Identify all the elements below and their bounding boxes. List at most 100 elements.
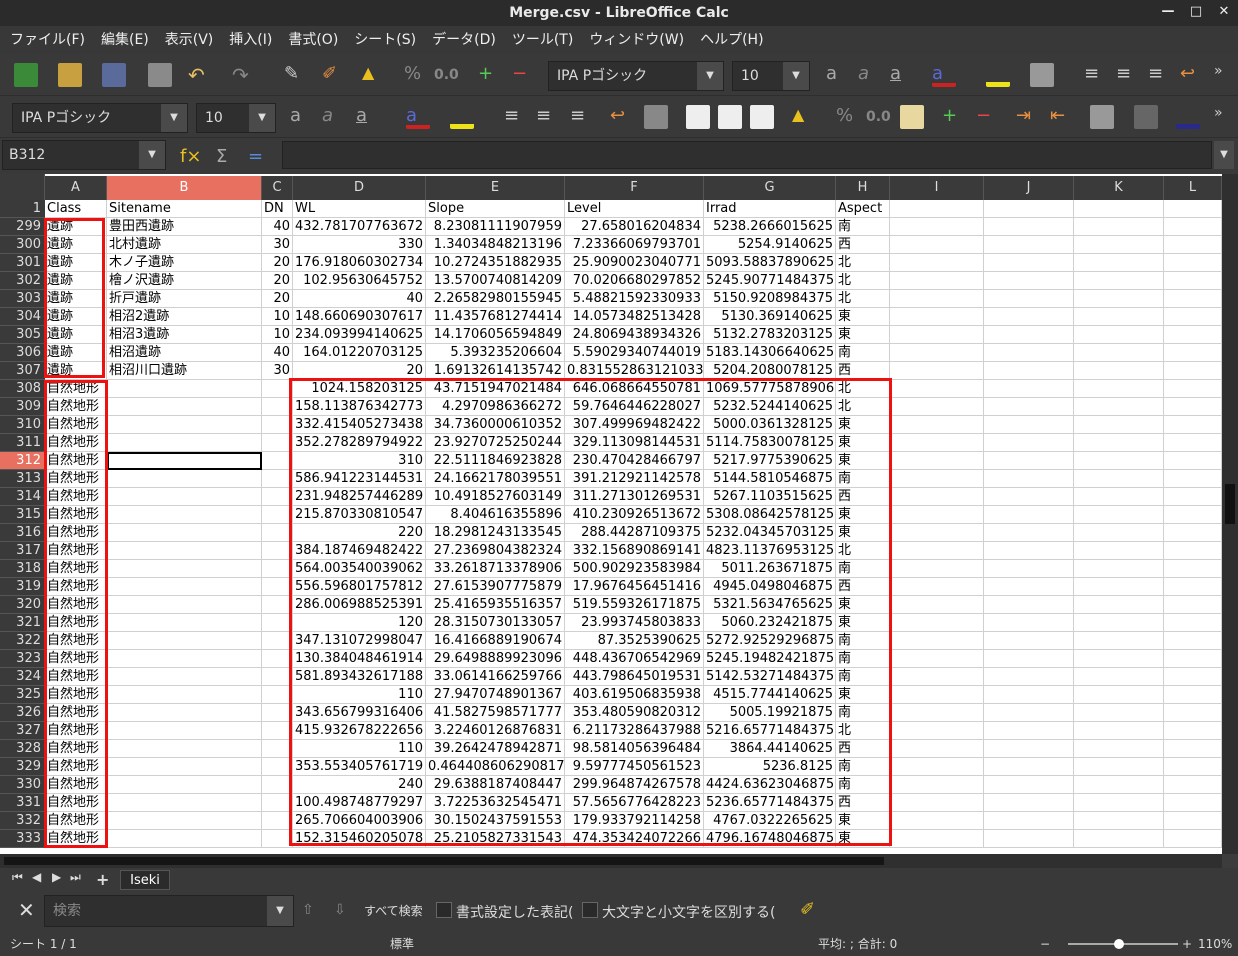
- zoom-slider-handle[interactable]: [1114, 939, 1124, 949]
- cell[interactable]: 北: [836, 722, 890, 740]
- cell[interactable]: [107, 524, 262, 542]
- cell[interactable]: [1164, 308, 1222, 326]
- decrease-indent-icon[interactable]: ⇤: [1050, 105, 1074, 129]
- cell[interactable]: 自然地形: [45, 794, 107, 812]
- cell[interactable]: 40: [262, 344, 293, 362]
- cell[interactable]: 240: [293, 776, 426, 794]
- cell[interactable]: [890, 542, 984, 560]
- search-input[interactable]: 検索 ▼: [44, 895, 294, 927]
- cell[interactable]: 8.404616355896: [426, 506, 565, 524]
- cell[interactable]: [262, 380, 293, 398]
- cell[interactable]: [262, 650, 293, 668]
- cell[interactable]: [890, 200, 984, 218]
- cell[interactable]: 遺跡: [45, 218, 107, 236]
- cell[interactable]: 0.464408606290817: [426, 758, 565, 776]
- cell[interactable]: Class: [45, 200, 107, 218]
- cell[interactable]: [262, 488, 293, 506]
- cell[interactable]: 41.5827598571777: [426, 704, 565, 722]
- cell[interactable]: 北: [836, 290, 890, 308]
- cell[interactable]: [890, 380, 984, 398]
- cell[interactable]: 3864.44140625: [704, 740, 836, 758]
- cell[interactable]: 遺跡: [45, 326, 107, 344]
- cell[interactable]: 自然地形: [45, 614, 107, 632]
- cell[interactable]: 自然地形: [45, 740, 107, 758]
- cell[interactable]: [1074, 236, 1164, 254]
- cell[interactable]: 4.2970986366272: [426, 398, 565, 416]
- cell[interactable]: [107, 614, 262, 632]
- cell[interactable]: 220: [293, 524, 426, 542]
- row-header[interactable]: 323: [0, 650, 45, 668]
- cell[interactable]: 310: [293, 452, 426, 470]
- chevron-down-icon[interactable]: ▼: [139, 141, 165, 169]
- cell[interactable]: [984, 686, 1074, 704]
- remove-decimal-icon[interactable]: −: [976, 105, 1000, 129]
- cell[interactable]: 23.993745803833: [565, 614, 704, 632]
- cell[interactable]: [984, 416, 1074, 434]
- cell[interactable]: 遺跡: [45, 272, 107, 290]
- cell[interactable]: 17.9676456451416: [565, 578, 704, 596]
- cell[interactable]: [1074, 416, 1164, 434]
- cell[interactable]: [984, 812, 1074, 830]
- cell[interactable]: [1074, 470, 1164, 488]
- cell[interactable]: 4796.16748046875: [704, 830, 836, 848]
- cell[interactable]: 152.315460205078: [293, 830, 426, 848]
- column-header[interactable]: G: [704, 176, 836, 200]
- cell[interactable]: Aspect: [836, 200, 890, 218]
- cell[interactable]: 5321.5634765625: [704, 596, 836, 614]
- cell[interactable]: [890, 398, 984, 416]
- cell[interactable]: 西: [836, 740, 890, 758]
- cell[interactable]: [984, 578, 1074, 596]
- next-sheet-icon[interactable]: ▶: [52, 870, 61, 884]
- cell[interactable]: 北: [836, 380, 890, 398]
- cell[interactable]: 5272.92529296875: [704, 632, 836, 650]
- cell[interactable]: 4767.0322265625: [704, 812, 836, 830]
- cell[interactable]: [1164, 596, 1222, 614]
- cell[interactable]: [262, 524, 293, 542]
- cell[interactable]: [1164, 344, 1222, 362]
- cell[interactable]: 519.559326171875: [565, 596, 704, 614]
- cell[interactable]: [1074, 722, 1164, 740]
- cell[interactable]: [1164, 686, 1222, 704]
- row-header[interactable]: 327: [0, 722, 45, 740]
- cell[interactable]: [1074, 434, 1164, 452]
- cell[interactable]: 遺跡: [45, 236, 107, 254]
- column-header[interactable]: I: [890, 176, 984, 200]
- cell[interactable]: [107, 704, 262, 722]
- cell[interactable]: 22.5111846923828: [426, 452, 565, 470]
- cell[interactable]: [984, 542, 1074, 560]
- cell[interactable]: 1024.158203125: [293, 380, 426, 398]
- cell[interactable]: [107, 632, 262, 650]
- cell[interactable]: 自然地形: [45, 506, 107, 524]
- cell[interactable]: [984, 290, 1074, 308]
- cell[interactable]: [1164, 452, 1222, 470]
- last-sheet-icon[interactable]: ⏭: [70, 870, 81, 885]
- cell[interactable]: [107, 596, 262, 614]
- cell[interactable]: [262, 614, 293, 632]
- cell[interactable]: 2.26582980155945: [426, 290, 565, 308]
- cell[interactable]: [984, 776, 1074, 794]
- cell[interactable]: [1074, 758, 1164, 776]
- cell[interactable]: [1164, 200, 1222, 218]
- row-header[interactable]: 321: [0, 614, 45, 632]
- merge-cells-icon[interactable]: [644, 105, 668, 129]
- cell[interactable]: [1164, 326, 1222, 344]
- cell[interactable]: 40: [262, 218, 293, 236]
- cell[interactable]: [984, 218, 1074, 236]
- cell[interactable]: 352.278289794922: [293, 434, 426, 452]
- row-header[interactable]: 320: [0, 596, 45, 614]
- cell[interactable]: 自然地形: [45, 416, 107, 434]
- cell[interactable]: [1074, 614, 1164, 632]
- cell[interactable]: 5232.04345703125: [704, 524, 836, 542]
- align-middle-icon[interactable]: [718, 105, 742, 129]
- cell[interactable]: [1074, 542, 1164, 560]
- cell[interactable]: [984, 560, 1074, 578]
- font-name-dropdown[interactable]: IPA Pゴシック ▼: [548, 61, 724, 91]
- row-header[interactable]: 329: [0, 758, 45, 776]
- row-header[interactable]: 325: [0, 686, 45, 704]
- row-header[interactable]: 316: [0, 524, 45, 542]
- font-name-dropdown-2[interactable]: IPA Pゴシック ▼: [12, 103, 188, 133]
- cell[interactable]: [262, 416, 293, 434]
- cell[interactable]: 南: [836, 218, 890, 236]
- cell[interactable]: 5.59029340744019: [565, 344, 704, 362]
- cell[interactable]: [890, 758, 984, 776]
